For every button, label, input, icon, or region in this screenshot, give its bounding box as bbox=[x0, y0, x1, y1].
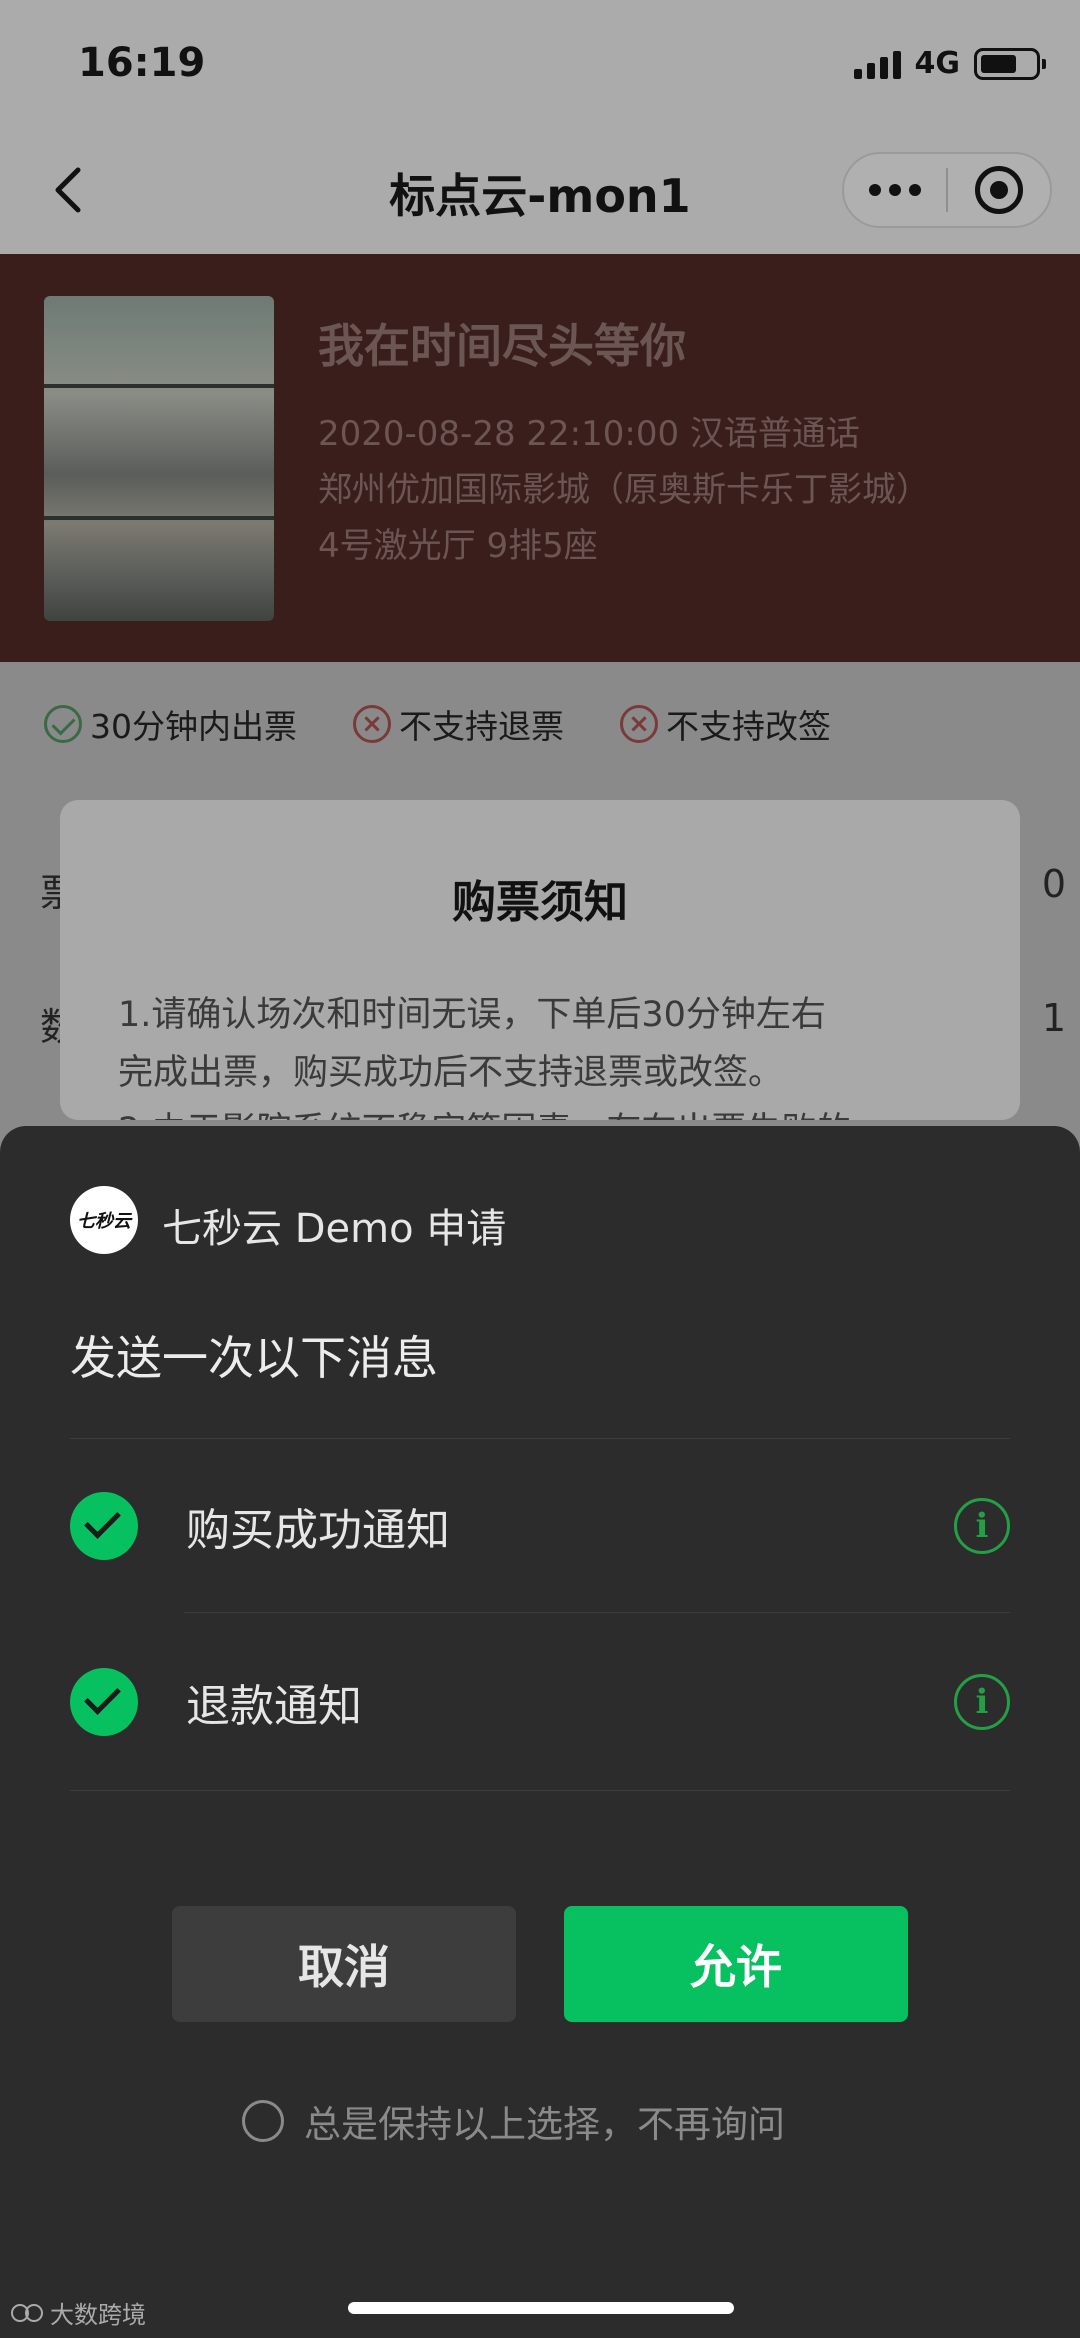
status-indicators: 4G bbox=[853, 46, 1046, 81]
purchase-notice-dialog: 购票须知 1.请确认场次和时间无误，下单后30分钟左右 完成出票，购买成功后不支… bbox=[60, 800, 1020, 1120]
radio-icon[interactable] bbox=[242, 2100, 284, 2142]
mini-program-capsule bbox=[842, 152, 1052, 228]
subscribe-message-sheet: 七秒云 七秒云 Demo 申请 发送一次以下消息 购买成功通知 i 退款通知 i… bbox=[0, 1126, 1080, 2338]
movie-seat: 4号激光厅 9排5座 bbox=[318, 526, 598, 566]
sheet-heading: 发送一次以下消息 bbox=[70, 1331, 438, 1385]
background-row-value: 1 bbox=[1041, 996, 1066, 1040]
notice-line: 2.由于影院系统不稳定等因素，存在出票失败的 bbox=[118, 1102, 962, 1120]
option-label: 退款通知 bbox=[186, 1681, 362, 1732]
tag-fast-issue: 30分钟内出票 bbox=[44, 700, 297, 748]
app-request-title: 七秒云 Demo 申请 bbox=[162, 1206, 507, 1252]
divider bbox=[70, 1438, 1010, 1439]
battery-icon bbox=[974, 47, 1046, 80]
network-type: 4G bbox=[914, 46, 961, 81]
tag-label: 不支持退票 bbox=[399, 707, 564, 746]
divider bbox=[184, 1612, 1010, 1613]
info-icon[interactable]: i bbox=[954, 1498, 1010, 1554]
tag-no-refund: × 不支持退票 bbox=[353, 700, 564, 748]
notice-line: 1.请确认场次和时间无误，下单后30分钟左右 bbox=[118, 995, 826, 1035]
watermark-logo-icon bbox=[11, 2303, 43, 2322]
more-icon[interactable] bbox=[844, 184, 946, 196]
option-refund[interactable]: 退款通知 i bbox=[70, 1647, 1010, 1757]
status-time: 16:19 bbox=[78, 40, 206, 86]
info-icon[interactable]: i bbox=[954, 1674, 1010, 1730]
notice-body: 1.请确认场次和时间无误，下单后30分钟左右 完成出票，购买成功后不支持退票或改… bbox=[118, 986, 962, 1120]
app-logo: 七秒云 bbox=[70, 1186, 138, 1254]
tag-label: 30分钟内出票 bbox=[90, 707, 297, 746]
checked-icon[interactable] bbox=[70, 1492, 138, 1560]
movie-header: 我在时间尽头等你 2020-08-28 22:10:00 汉语普通话 郑州优加国… bbox=[0, 254, 1080, 662]
notice-line: 完成出票，购买成功后不支持退票或改签。 bbox=[118, 1053, 784, 1093]
ticket-policy-tags: 30分钟内出票 × 不支持退票 × 不支持改签 bbox=[44, 700, 831, 748]
nav-bar: 标点云-mon1 bbox=[0, 130, 1080, 254]
movie-title: 我在时间尽头等你 bbox=[318, 319, 686, 373]
divider bbox=[70, 1790, 1010, 1791]
check-circle-icon bbox=[44, 705, 82, 743]
target-icon bbox=[975, 166, 1023, 214]
option-label: 购买成功通知 bbox=[186, 1505, 450, 1556]
allow-button[interactable]: 允许 bbox=[564, 1906, 908, 2022]
watermark-text: 大数跨境 bbox=[50, 2301, 146, 2329]
option-purchase-success[interactable]: 购买成功通知 i bbox=[70, 1471, 1010, 1581]
tag-no-change: × 不支持改签 bbox=[620, 700, 831, 748]
movie-showtime: 2020-08-28 22:10:00 汉语普通话 bbox=[318, 414, 860, 454]
x-circle-icon: × bbox=[620, 705, 658, 743]
close-mini-program-button[interactable] bbox=[948, 166, 1050, 214]
app-logo-text: 七秒云 bbox=[77, 1211, 131, 1232]
movie-cinema: 郑州优加国际影城（原奥斯卡乐丁影城） bbox=[318, 470, 930, 510]
checked-icon[interactable] bbox=[70, 1668, 138, 1736]
home-indicator[interactable] bbox=[348, 2302, 734, 2314]
notice-title: 购票须知 bbox=[452, 877, 628, 928]
tag-label: 不支持改签 bbox=[666, 707, 831, 746]
background-row-value: 0 bbox=[1041, 862, 1066, 906]
movie-poster bbox=[44, 296, 274, 621]
watermark: 大数跨境 bbox=[10, 2295, 146, 2330]
remember-choice[interactable]: 总是保持以上选择，不再询问 bbox=[242, 2094, 785, 2148]
cancel-button[interactable]: 取消 bbox=[172, 1906, 516, 2022]
status-bar: 16:19 4G bbox=[0, 0, 1080, 130]
x-circle-icon: × bbox=[353, 705, 391, 743]
signal-icon bbox=[853, 49, 901, 79]
remember-choice-label: 总是保持以上选择，不再询问 bbox=[304, 2103, 785, 2146]
